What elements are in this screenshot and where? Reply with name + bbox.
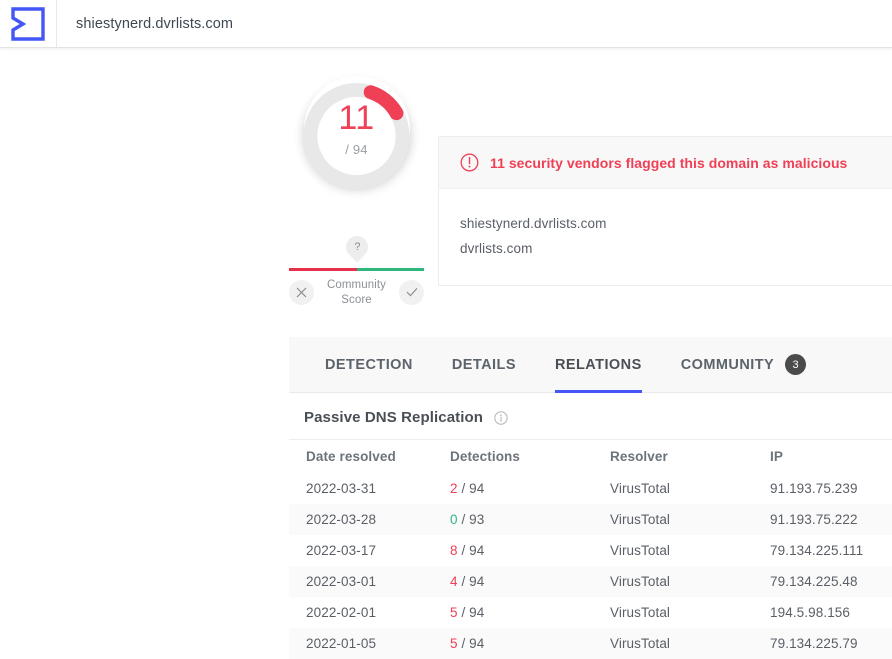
community-score-bar-positive	[356, 268, 424, 271]
table-body: 2022-03-31 2 / 94 VirusTotal 91.193.75.239 2…	[289, 473, 892, 659]
check-icon	[406, 287, 417, 297]
tab-bar: DETECTION DETAILS RELATIONS COMMUNITY 3	[289, 337, 892, 393]
info-icon[interactable]	[494, 410, 508, 425]
score-gauge: 11 / 94	[289, 66, 424, 206]
tab-relations[interactable]: RELATIONS	[554, 337, 642, 393]
detection-total: / 93	[457, 512, 485, 527]
cell-detections: 2 / 94	[450, 473, 610, 504]
detection-count: 8	[450, 543, 458, 558]
cell-resolver: VirusTotal	[610, 605, 671, 620]
tab-details-label: DETAILS	[451, 356, 516, 373]
virustotal-logo-icon	[11, 6, 45, 41]
detection-count: 5	[450, 636, 458, 651]
community-score-marker[interactable]: ?	[340, 231, 373, 263]
cell-date-resolved: 2022-03-17	[306, 543, 377, 558]
cell-detections: 5 / 94	[450, 597, 610, 628]
table-row[interactable]: 2022-03-31 2 / 94 VirusTotal 91.193.75.239	[289, 473, 892, 504]
detection-score-value: 11	[338, 99, 375, 137]
cell-resolver: VirusTotal	[610, 636, 671, 651]
section-header: Passive DNS Replication	[289, 393, 892, 439]
relations-panel: Passive DNS Replication Date resolved De…	[289, 393, 892, 659]
detection-total: / 94	[457, 543, 485, 558]
passive-dns-table: Date resolved Detections Resolver IP 202…	[289, 439, 892, 659]
cell-date-resolved: 2022-03-31	[306, 481, 377, 496]
cell-date-resolved: 2022-01-05	[306, 636, 377, 651]
cell-detections: 0 / 93	[450, 504, 610, 535]
community-score-bar-negative	[289, 268, 357, 271]
detection-score-block: 11 / 94	[289, 66, 424, 206]
table-row[interactable]: 2022-03-01 4 / 94 VirusTotal 79.134.225.48	[289, 566, 892, 597]
logo-cell[interactable]	[0, 0, 57, 47]
search-cell	[57, 0, 892, 47]
cell-ip[interactable]: 79.134.225.48	[770, 566, 892, 597]
cell-ip[interactable]: 91.193.75.239	[770, 473, 892, 504]
malicious-alert-text: 11 security vendors flagged this domain …	[490, 154, 848, 171]
summary-row: 11 / 94 ? Community Score 11 security ve…	[0, 66, 892, 306]
detection-count: 0	[450, 512, 458, 527]
tab-community-label: COMMUNITY	[680, 356, 775, 373]
table-head: Date resolved Detections Resolver IP	[289, 439, 892, 473]
detection-count: 4	[450, 574, 458, 589]
community-score-row: Community Score	[289, 278, 424, 308]
community-score-label: Community Score	[314, 278, 399, 308]
community-upvote-button[interactable]	[399, 280, 424, 305]
detection-count: 2	[450, 481, 458, 496]
cell-detections: 8 / 94	[450, 535, 610, 566]
cell-ip[interactable]: 194.5.98.156	[770, 597, 892, 628]
cell-resolver: VirusTotal	[610, 512, 671, 527]
cell-date-resolved: 2022-02-01	[306, 605, 377, 620]
tab-detection-label: DETECTION	[325, 356, 413, 373]
cell-date-resolved: 2022-03-28	[306, 512, 377, 527]
cell-date-resolved: 2022-03-01	[306, 574, 377, 589]
detection-total: / 94	[457, 636, 485, 651]
cell-resolver: VirusTotal	[610, 481, 671, 496]
detection-total: / 94	[457, 481, 485, 496]
community-score-label-line1: Community	[326, 279, 387, 291]
alert-circle-icon	[460, 153, 479, 172]
column-header-date-resolved: Date resolved	[289, 439, 450, 473]
tab-community[interactable]: COMMUNITY 3	[680, 337, 807, 393]
domain-name-full: shiestynerd.dvrlists.com	[460, 216, 607, 231]
community-score-label-line2: Score	[341, 294, 372, 306]
detection-count: 5	[450, 605, 458, 620]
cell-detections: 4 / 94	[450, 566, 610, 597]
malicious-alert-banner: 11 security vendors flagged this domain …	[439, 137, 892, 189]
page-body: 11 / 94 ? Community Score 11 security ve…	[0, 48, 892, 659]
table-row[interactable]: 2022-03-28 0 / 93 VirusTotal 91.193.75.222	[289, 504, 892, 535]
column-header-resolver: Resolver	[610, 439, 770, 473]
search-input[interactable]	[76, 15, 892, 32]
close-icon	[296, 287, 307, 298]
app-header	[0, 0, 892, 48]
community-downvote-button[interactable]	[289, 280, 314, 305]
table-row[interactable]: 2022-01-05 5 / 94 VirusTotal 79.134.225.79	[289, 628, 892, 659]
cell-ip[interactable]: 79.134.225.79	[770, 628, 892, 659]
table-row[interactable]: 2022-03-17 8 / 94 VirusTotal 79.134.225.111	[289, 535, 892, 566]
cell-resolver: VirusTotal	[610, 543, 671, 558]
cell-detections: 5 / 94	[450, 628, 610, 659]
community-score-bar	[289, 268, 424, 271]
cell-ip[interactable]: 79.134.225.111	[770, 535, 892, 566]
column-header-detections: Detections	[450, 439, 610, 473]
domain-name-parent: dvrlists.com	[460, 241, 533, 256]
domain-info-body: shiestynerd.dvrlists.com dvrlists.com	[439, 189, 892, 285]
domain-info-card: 11 security vendors flagged this domain …	[438, 136, 892, 286]
column-header-ip: IP	[770, 439, 892, 473]
detection-total: / 94	[457, 605, 485, 620]
cell-ip[interactable]: 91.193.75.222	[770, 504, 892, 535]
detection-score-total: / 94	[345, 142, 368, 157]
cell-resolver: VirusTotal	[610, 574, 671, 589]
community-score-marker-label: ?	[353, 240, 360, 253]
tab-details[interactable]: DETAILS	[452, 337, 516, 393]
community-count-badge: 3	[785, 354, 807, 375]
tab-relations-label: RELATIONS	[554, 356, 642, 373]
tab-detection[interactable]: DETECTION	[325, 337, 413, 393]
table-row[interactable]: 2022-02-01 5 / 94 VirusTotal 194.5.98.156	[289, 597, 892, 628]
table-header-row: Date resolved Detections Resolver IP	[289, 439, 892, 473]
gauge-text: 11 / 94	[304, 76, 410, 182]
section-title: Passive DNS Replication	[304, 409, 484, 426]
detection-total: / 94	[457, 574, 485, 589]
